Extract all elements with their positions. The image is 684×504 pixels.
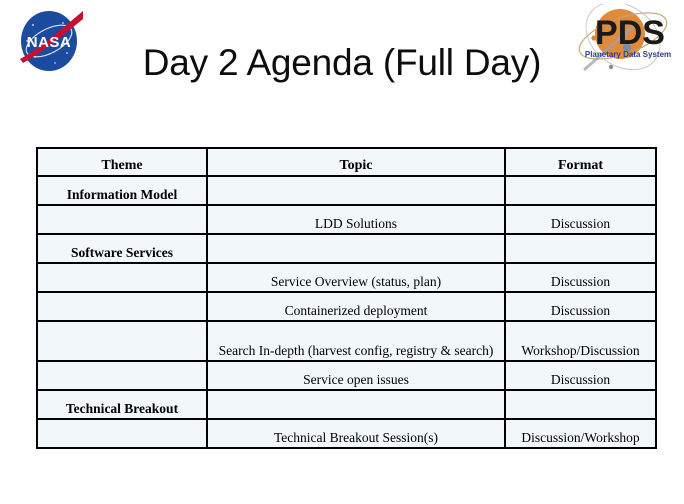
cell-theme bbox=[36, 291, 208, 322]
cell-format: Workshop/Discussion bbox=[504, 320, 657, 362]
cell-theme bbox=[36, 262, 208, 293]
cell-theme bbox=[36, 360, 208, 391]
column-header-theme: Theme bbox=[36, 147, 208, 177]
table-row: Service open issues Discussion bbox=[36, 360, 657, 391]
table-header-row: Theme Topic Format bbox=[36, 147, 657, 177]
cell-topic bbox=[206, 175, 506, 206]
cell-theme: Information Model bbox=[36, 175, 208, 206]
table-row: Search In-depth (harvest config, registr… bbox=[36, 320, 657, 362]
cell-topic bbox=[206, 389, 506, 420]
cell-format bbox=[504, 175, 657, 206]
cell-topic: Service open issues bbox=[206, 360, 506, 391]
cell-theme: Technical Breakout bbox=[36, 389, 208, 420]
cell-format: Discussion bbox=[504, 262, 657, 293]
column-header-topic: Topic bbox=[206, 147, 506, 177]
cell-topic bbox=[206, 233, 506, 264]
agenda-table-container: Theme Topic Format Information Model LDD… bbox=[36, 147, 657, 449]
cell-topic: Containerized deployment bbox=[206, 291, 506, 322]
table-row: Technical Breakout Session(s) Discussion… bbox=[36, 418, 657, 449]
pds-acronym-text: PDS bbox=[595, 14, 665, 52]
slide-header: NASA Day 2 Agenda (Full Day) PDS Planeta… bbox=[0, 0, 684, 120]
cell-format bbox=[504, 389, 657, 420]
cell-theme bbox=[36, 418, 208, 449]
cell-topic: LDD Solutions bbox=[206, 204, 506, 235]
table-row: Technical Breakout bbox=[36, 389, 657, 420]
column-header-format: Format bbox=[504, 147, 657, 177]
cell-theme: Software Services bbox=[36, 233, 208, 264]
table-row: Containerized deployment Discussion bbox=[36, 291, 657, 322]
cell-format: Discussion bbox=[504, 360, 657, 391]
table-row: LDD Solutions Discussion bbox=[36, 204, 657, 235]
cell-topic: Search In-depth (harvest config, registr… bbox=[206, 320, 506, 362]
cell-format: Discussion bbox=[504, 204, 657, 235]
agenda-table: Theme Topic Format Information Model LDD… bbox=[36, 147, 657, 449]
pds-logo-icon: PDS Planetary Data System bbox=[578, 1, 680, 76]
cell-theme bbox=[36, 320, 208, 362]
pds-tagline-text: Planetary Data System bbox=[585, 50, 671, 59]
table-row: Software Services bbox=[36, 233, 657, 264]
cell-topic: Technical Breakout Session(s) bbox=[206, 418, 506, 449]
table-row: Information Model bbox=[36, 175, 657, 206]
cell-format: Discussion/Workshop bbox=[504, 418, 657, 449]
table-row: Service Overview (status, plan) Discussi… bbox=[36, 262, 657, 293]
cell-format: Discussion bbox=[504, 291, 657, 322]
cell-format bbox=[504, 233, 657, 264]
cell-theme bbox=[36, 204, 208, 235]
cell-topic: Service Overview (status, plan) bbox=[206, 262, 506, 293]
